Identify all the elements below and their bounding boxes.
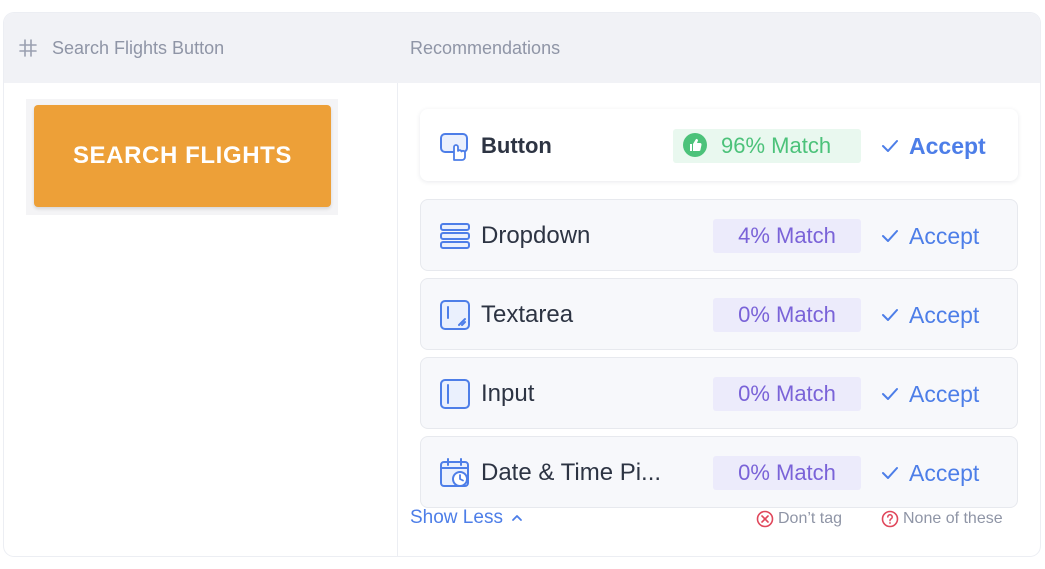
- recommendation-label: Date & Time Pi...: [481, 459, 662, 486]
- recommendation-label: Textarea: [481, 301, 574, 328]
- check-icon: [882, 230, 898, 242]
- recommendation-dropdown[interactable]: Dropdown 4% Match Accept: [420, 199, 1018, 271]
- recommendations-heading: Recommendations: [410, 37, 561, 58]
- search-flights-preview-button: SEARCH FLIGHTS: [34, 105, 331, 207]
- panel-header: Search Flights Button Recommendations: [4, 13, 1040, 83]
- accept-label: Accept: [909, 459, 980, 486]
- check-icon: [882, 388, 898, 400]
- dont-tag-button[interactable]: Don’t tag: [756, 510, 842, 528]
- recommendation-input[interactable]: Input 0% Match Accept: [420, 357, 1018, 429]
- element-preview-column: SEARCH FLIGHTS: [4, 83, 398, 556]
- input-icon: [440, 379, 470, 409]
- hash-icon: [19, 39, 37, 57]
- textarea-icon: [440, 300, 470, 330]
- match-badge: 96% Match: [673, 129, 861, 163]
- check-icon: [882, 467, 898, 479]
- accept-label: Accept: [909, 222, 980, 249]
- calendar-clock-icon: [440, 458, 469, 487]
- accept-label: Accept: [909, 132, 986, 159]
- match-percentage: 96% Match: [721, 133, 832, 158]
- accept-button[interactable]: Accept: [881, 200, 979, 272]
- circle-question-icon: [881, 510, 899, 528]
- tagging-panel: Search Flights Button Recommendations SE…: [4, 13, 1040, 556]
- element-name-heading: Search Flights Button: [18, 13, 224, 83]
- none-of-these-button[interactable]: None of these: [881, 510, 1003, 528]
- recommendation-label: Dropdown: [481, 222, 591, 249]
- dropdown-icon: [440, 223, 470, 249]
- circle-x-icon: [756, 510, 774, 528]
- accept-button[interactable]: Accept: [881, 437, 979, 509]
- show-less-label: Show Less: [410, 507, 503, 528]
- accept-button[interactable]: Accept: [881, 279, 979, 351]
- thumbs-up-icon: [683, 133, 707, 157]
- button-pointer-icon: [440, 133, 468, 161]
- none-of-these-label: None of these: [903, 510, 1003, 527]
- recommendations-footer: Show Less Don’t tag None of these: [398, 507, 1040, 537]
- dont-tag-label: Don’t tag: [778, 510, 843, 527]
- check-icon: [882, 309, 898, 321]
- accept-label: Accept: [909, 301, 980, 328]
- element-name-text: Search Flights Button: [52, 37, 225, 58]
- show-less-link[interactable]: Show Less: [410, 507, 523, 529]
- match-badge: 0% Match: [713, 377, 861, 411]
- accept-label: Accept: [909, 380, 980, 407]
- accept-button[interactable]: Accept: [881, 110, 986, 182]
- match-badge: 4% Match: [713, 219, 861, 253]
- match-badge: 0% Match: [713, 456, 861, 490]
- check-icon: [882, 140, 898, 152]
- accept-button[interactable]: Accept: [881, 358, 979, 430]
- match-badge: 0% Match: [713, 298, 861, 332]
- recommendation-textarea[interactable]: Textarea 0% Match Accept: [420, 278, 1018, 350]
- recommendations-column: Button 96% Match Accept Dropdown 4% Matc…: [398, 83, 1040, 556]
- recommendation-label: Input: [481, 380, 535, 407]
- element-preview: SEARCH FLIGHTS: [26, 99, 338, 215]
- recommendation-label: Button: [481, 133, 552, 158]
- chevron-up-icon: [512, 515, 522, 521]
- recommendation-button[interactable]: Button 96% Match Accept: [420, 109, 1018, 181]
- recommendation-date-time-picker[interactable]: Date & Time Pi... 0% Match Accept: [420, 436, 1018, 508]
